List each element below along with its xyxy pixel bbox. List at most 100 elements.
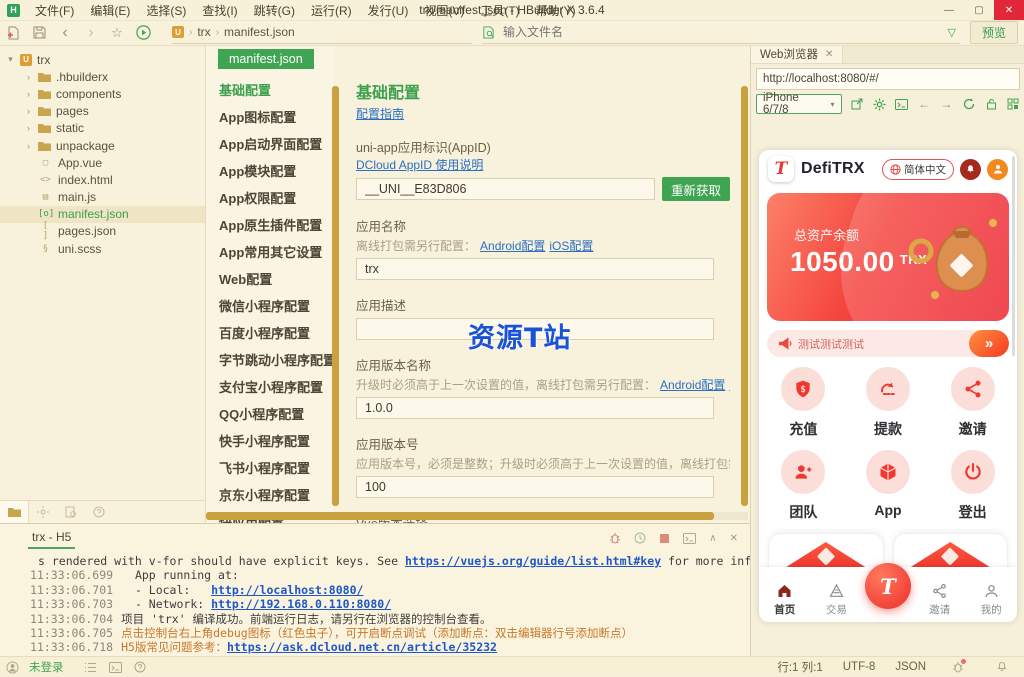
menu-select[interactable]: 选择(S) — [138, 2, 194, 19]
tree-folder-pages[interactable]: › pages — [0, 103, 205, 120]
history-icon[interactable] — [634, 532, 646, 544]
settings-panel-icon[interactable] — [29, 501, 57, 523]
appid-input[interactable] — [356, 178, 655, 200]
breadcrumb-project[interactable]: trx — [197, 25, 210, 39]
tab-mine[interactable]: 我的 — [965, 582, 1017, 617]
language-select[interactable]: 简体中文 — [882, 158, 954, 180]
console-link[interactable]: https://ask.dcloud.net.cn/article/35232 — [227, 640, 497, 654]
section-app-misc[interactable]: App常用其它设置 — [206, 239, 334, 266]
ios-config-link[interactable]: iOS配置 — [549, 239, 593, 253]
search-panel-icon[interactable] — [57, 501, 85, 523]
section-jd-mp[interactable]: 京东小程序配置 — [206, 482, 334, 509]
section-app-splash[interactable]: App启动界面配置 — [206, 131, 334, 158]
menu-edit[interactable]: 编辑(E) — [82, 2, 138, 19]
filter-icon[interactable]: ▽ — [944, 26, 960, 39]
terminal-icon[interactable] — [108, 661, 122, 673]
tree-root-trx[interactable]: ▾ U trx — [0, 51, 205, 68]
android-config-link[interactable]: Android配置 — [660, 378, 725, 392]
tree-file-index-html[interactable]: <> index.html — [0, 171, 205, 188]
favorite-star-icon[interactable]: ☆ — [104, 25, 130, 41]
form-scrollbar[interactable] — [741, 86, 748, 506]
console-tab-trx-h5[interactable]: trx - H5 — [28, 530, 76, 549]
section-base-config[interactable]: 基础配置 — [206, 77, 334, 104]
app-download-button[interactable]: App — [846, 450, 931, 522]
tree-file-pages-json[interactable]: [ ] pages.json — [0, 221, 205, 241]
section-bytedance-mp[interactable]: 字节跳动小程序配置 — [206, 347, 334, 374]
outline-icon[interactable] — [84, 662, 97, 673]
cursor-position[interactable]: 行:1 列:1 — [777, 659, 822, 675]
section-kuaishou-mp[interactable]: 快手小程序配置 — [206, 428, 334, 455]
qr-grid-icon[interactable] — [1007, 98, 1020, 110]
caret-closed-icon[interactable]: › — [24, 123, 33, 133]
logout-button[interactable]: 登出 — [930, 450, 1015, 522]
notice-more-button[interactable]: » — [969, 330, 1009, 357]
app-name-input[interactable] — [356, 258, 714, 280]
debug-icon[interactable] — [609, 532, 621, 544]
horizontal-scrollbar[interactable] — [206, 512, 714, 520]
nav-back-icon[interactable]: ‹ — [52, 24, 78, 42]
tree-file-main-js[interactable]: ▤ main.js — [0, 189, 205, 206]
devtools-console-icon[interactable] — [895, 98, 909, 110]
web-browser-tab[interactable]: Web浏览器 ✕ — [751, 45, 844, 63]
run-icon[interactable] — [130, 25, 156, 40]
tree-folder-components[interactable]: › components — [0, 85, 205, 102]
caret-closed-icon[interactable]: › — [24, 72, 33, 82]
section-app-icon[interactable]: App图标配置 — [206, 104, 334, 131]
menu-file[interactable]: 文件(F) — [27, 2, 82, 19]
menu-run[interactable]: 运行(R) — [303, 2, 360, 19]
browser-forward-icon[interactable]: → — [940, 97, 953, 111]
menu-publish[interactable]: 发行(U) — [360, 2, 417, 19]
appid-doc-link[interactable]: DCloud AppID 使用说明 — [356, 158, 483, 172]
preview-button[interactable]: 预览 — [969, 21, 1018, 44]
folder-panel-icon[interactable] — [0, 501, 29, 523]
config-guide-link[interactable]: 配置指南 — [356, 107, 404, 121]
account-icon[interactable] — [6, 660, 19, 674]
notice-marquee[interactable]: 测试测试测试 » — [767, 330, 1009, 357]
notifications-button[interactable] — [960, 158, 981, 180]
tab-trade[interactable]: 交易 — [811, 582, 863, 617]
menu-goto[interactable]: 跳转(G) — [246, 2, 303, 19]
section-app-modules[interactable]: App模块配置 — [206, 158, 334, 185]
debug-status-icon[interactable] — [952, 659, 966, 673]
version-name-input[interactable] — [356, 397, 714, 419]
terminal-icon[interactable] — [683, 532, 697, 544]
file-search-box[interactable]: ▽ — [482, 22, 960, 44]
breadcrumb[interactable]: U › trx › manifest.json — [172, 22, 472, 44]
gear-icon[interactable] — [873, 98, 886, 111]
tree-folder-static[interactable]: › static — [0, 120, 205, 137]
profile-button[interactable] — [987, 158, 1008, 180]
caret-closed-icon[interactable]: › — [24, 106, 33, 116]
open-external-icon[interactable] — [851, 98, 864, 110]
section-baidu-mp[interactable]: 百度小程序配置 — [206, 320, 334, 347]
section-web-config[interactable]: Web配置 — [206, 266, 334, 293]
caret-open-icon[interactable]: ▾ — [6, 54, 15, 65]
withdraw-button[interactable]: 提款 — [846, 367, 931, 439]
browser-back-icon[interactable]: ← — [917, 97, 930, 111]
tree-folder-unpackage[interactable]: › unpackage — [0, 137, 205, 154]
section-feishu-mp[interactable]: 飞书小程序配置 — [206, 455, 334, 482]
new-file-icon[interactable] — [0, 26, 26, 40]
caret-closed-icon[interactable]: › — [24, 89, 33, 99]
console-link[interactable]: https://vuejs.org/guide/list.html#key — [405, 554, 661, 568]
collapse-icon[interactable]: ∧ — [709, 533, 716, 544]
close-tab-icon[interactable]: ✕ — [825, 49, 833, 60]
ios-config-link[interactable]: iOS配置 — [729, 378, 730, 392]
recharge-button[interactable]: $ 充值 — [761, 367, 846, 439]
manifest-json-tab[interactable]: manifest.json — [218, 49, 314, 69]
config-list-scrollbar[interactable] — [332, 86, 339, 506]
lock-icon[interactable] — [984, 98, 997, 110]
encoding-indicator[interactable]: UTF-8 — [843, 661, 876, 673]
section-alipay-mp[interactable]: 支付宝小程序配置 — [206, 374, 334, 401]
filetype-indicator[interactable]: JSON — [895, 661, 926, 673]
preview-scrollbar[interactable] — [1012, 156, 1015, 356]
section-native-plugins[interactable]: App原生插件配置 — [206, 212, 334, 239]
minimize-button[interactable]: — — [934, 0, 964, 20]
nav-forward-icon[interactable]: › — [78, 24, 104, 42]
tree-file-app-vue[interactable]: ▢ App.vue — [0, 154, 205, 171]
tron-logo-button[interactable]: T — [865, 563, 911, 609]
caret-closed-icon[interactable]: › — [24, 141, 33, 151]
tree-file-manifest-json[interactable]: [o] manifest.json — [0, 205, 205, 223]
save-icon[interactable] — [26, 26, 52, 39]
android-config-link[interactable]: Android配置 — [480, 239, 545, 253]
refresh-icon[interactable] — [962, 98, 975, 110]
